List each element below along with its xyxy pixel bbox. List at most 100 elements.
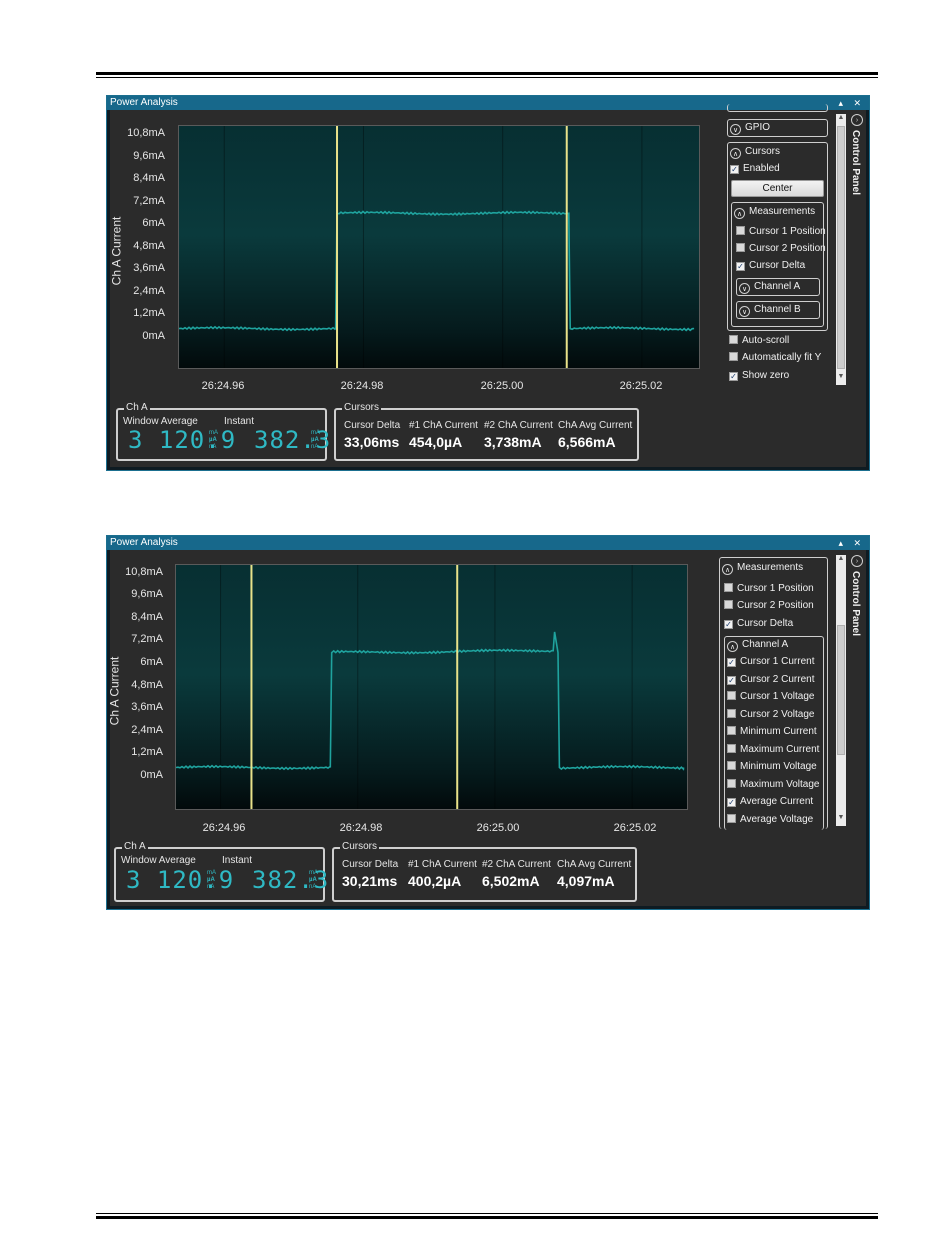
measurements-header[interactable]: ∧ Measurements xyxy=(734,205,815,219)
cursor2-voltage-checkbox[interactable] xyxy=(727,709,736,718)
cursor-delta-checkbox[interactable]: ✓ xyxy=(736,262,745,271)
max-current-row[interactable]: Maximum Current xyxy=(727,743,819,757)
gpio-row: ∨ GPIO xyxy=(730,121,770,135)
unit-label: nA xyxy=(209,444,217,450)
current-trace-line-0 xyxy=(179,210,695,332)
control-panel-tab[interactable]: Control Panel xyxy=(850,130,861,195)
cursors-legend: Cursors xyxy=(342,402,382,413)
auto-fit-y-checkbox[interactable] xyxy=(729,352,738,361)
cursor1-position-row[interactable]: Cursor 1 Position xyxy=(736,225,826,239)
channel-a-group[interactable]: ∨ Channel A xyxy=(736,278,820,296)
scroll-down-icon[interactable]: ▼ xyxy=(836,373,846,380)
cursor2-position-row[interactable]: Cursor 2 Position xyxy=(736,242,826,256)
cursor2-position-row[interactable]: Cursor 2 Position xyxy=(724,599,814,613)
scrollbar-thumb[interactable] xyxy=(837,126,845,369)
control-panel-scrollbar[interactable]: ▲ ▼ xyxy=(836,555,846,826)
plot-area[interactable] xyxy=(175,564,688,810)
avg-voltage-checkbox[interactable] xyxy=(727,814,736,823)
cursors-group-header[interactable]: ∧ Cursors xyxy=(730,145,780,159)
window-title: Power Analysis xyxy=(110,97,178,108)
show-zero-row[interactable]: ✓ Show zero xyxy=(729,369,789,383)
expand-icon[interactable]: ∨ xyxy=(739,283,750,294)
unit-label: nA xyxy=(207,884,215,890)
cursor2-current-col: #2 ChA Current 6,502mA xyxy=(482,859,551,889)
cursor-delta-label: Cursor Delta xyxy=(342,859,399,870)
cursor1-current-row[interactable]: ✓ Cursor 1 Current xyxy=(727,655,814,669)
gpio-label: GPIO xyxy=(745,122,771,133)
cursor2-position-checkbox[interactable] xyxy=(736,243,745,252)
window-controls[interactable]: ▴ ✕ xyxy=(838,536,865,550)
avg-current-checkbox[interactable]: ✓ xyxy=(727,798,736,807)
max-voltage-row[interactable]: Maximum Voltage xyxy=(727,778,819,792)
header-rule-thick xyxy=(96,72,878,75)
cursor2-voltage-row[interactable]: Cursor 2 Voltage xyxy=(727,708,815,722)
auto-scroll-checkbox[interactable] xyxy=(729,335,738,344)
min-current-checkbox[interactable] xyxy=(727,726,736,735)
gpio-header[interactable]: ∨ GPIO xyxy=(727,119,828,137)
cursor2-current-row[interactable]: ✓ Cursor 2 Current xyxy=(727,673,814,687)
min-voltage-label: Minimum Voltage xyxy=(740,761,817,772)
cursor1-voltage-checkbox[interactable] xyxy=(727,691,736,700)
y-tick-label: 1,2mA xyxy=(131,746,163,758)
measurements-header[interactable]: ∧ Measurements xyxy=(722,561,803,575)
control-panel-toggle-icon[interactable]: › xyxy=(851,114,863,126)
plot-area[interactable] xyxy=(178,125,700,369)
gpio-group[interactable] xyxy=(727,104,828,112)
cursor-delta-row[interactable]: ✓ Cursor Delta xyxy=(724,617,793,631)
y-tick-label: 10,8mA xyxy=(125,566,163,578)
min-voltage-checkbox[interactable] xyxy=(727,761,736,770)
auto-scroll-row[interactable]: Auto-scroll xyxy=(729,334,789,348)
collapse-icon[interactable]: ∧ xyxy=(722,564,733,575)
cursor1-current-checkbox[interactable]: ✓ xyxy=(727,658,736,667)
y-tick-label: 8,4mA xyxy=(131,611,163,623)
cursor1-voltage-row[interactable]: Cursor 1 Voltage xyxy=(727,690,815,704)
power-analysis-window-1: Power Analysis ▴ ✕ Ch A Current 10,8mA 9… xyxy=(106,95,870,471)
avg-current-row[interactable]: ✓ Average Current xyxy=(727,795,813,809)
cursor1-position-row[interactable]: Cursor 1 Position xyxy=(724,582,814,596)
expand-icon[interactable]: ∨ xyxy=(739,306,750,317)
y-tick-label: 3,6mA xyxy=(131,701,163,713)
cursor-delta-label: Cursor Delta xyxy=(344,420,401,431)
collapse-icon[interactable]: ∧ xyxy=(734,208,745,219)
cursor-delta-row[interactable]: ✓ Cursor Delta xyxy=(736,259,805,273)
cursor1-position-checkbox[interactable] xyxy=(736,226,745,235)
unit-label: nA xyxy=(311,444,319,450)
min-voltage-row[interactable]: Minimum Voltage xyxy=(727,760,817,774)
scrollbar-thumb[interactable] xyxy=(837,625,845,755)
control-panel-toggle-icon[interactable]: › xyxy=(851,555,863,567)
window-controls[interactable]: ▴ ✕ xyxy=(838,96,865,110)
show-zero-checkbox[interactable]: ✓ xyxy=(729,372,738,381)
cursor1-position-checkbox[interactable] xyxy=(724,583,733,592)
expand-icon[interactable]: ∨ xyxy=(730,124,741,135)
control-panel-tab[interactable]: Control Panel xyxy=(850,571,861,636)
collapse-icon[interactable]: ∧ xyxy=(730,148,741,159)
scroll-up-icon[interactable]: ▲ xyxy=(836,114,846,121)
enabled-checkbox[interactable]: ✓ xyxy=(730,165,739,174)
auto-fit-y-row[interactable]: Automatically fit Y xyxy=(729,351,821,365)
max-voltage-checkbox[interactable] xyxy=(727,779,736,788)
channel-a-header[interactable]: ∧ Channel A xyxy=(727,638,788,652)
cursor2-position-checkbox[interactable] xyxy=(724,600,733,609)
control-panel-scrollbar[interactable]: ▲ ▼ xyxy=(836,114,846,385)
max-current-checkbox[interactable] xyxy=(727,744,736,753)
scroll-up-icon[interactable]: ▲ xyxy=(836,555,846,562)
enabled-checkbox-row[interactable]: ✓ Enabled xyxy=(730,162,780,176)
cursor2-current-checkbox[interactable]: ✓ xyxy=(727,676,736,685)
scroll-down-icon[interactable]: ▼ xyxy=(836,814,846,821)
center-button[interactable]: Center xyxy=(731,180,824,197)
channel-b-row: ∨ Channel B xyxy=(739,303,801,317)
unit-label: µA xyxy=(309,877,317,883)
avg-voltage-row[interactable]: Average Voltage xyxy=(727,813,813,827)
window-average-display: 3 120.9 xyxy=(128,426,237,454)
min-current-row[interactable]: Minimum Current xyxy=(727,725,817,739)
measurements-label: Measurements xyxy=(737,562,804,573)
window-titlebar[interactable]: Power Analysis ▴ ✕ xyxy=(107,536,869,550)
channel-b-group[interactable]: ∨ Channel B xyxy=(736,301,820,319)
avg-voltage-label: Average Voltage xyxy=(740,814,814,825)
cha-stats-box: Ch A Window Average Instant 3 120.9 mA µ… xyxy=(114,841,328,902)
cursor-delta-checkbox[interactable]: ✓ xyxy=(724,620,733,629)
instant-label: Instant xyxy=(222,855,253,866)
collapse-icon[interactable]: ∧ xyxy=(727,641,738,652)
header-rule-thin xyxy=(96,77,878,78)
cursor1-current-label: Cursor 1 Current xyxy=(740,656,815,667)
